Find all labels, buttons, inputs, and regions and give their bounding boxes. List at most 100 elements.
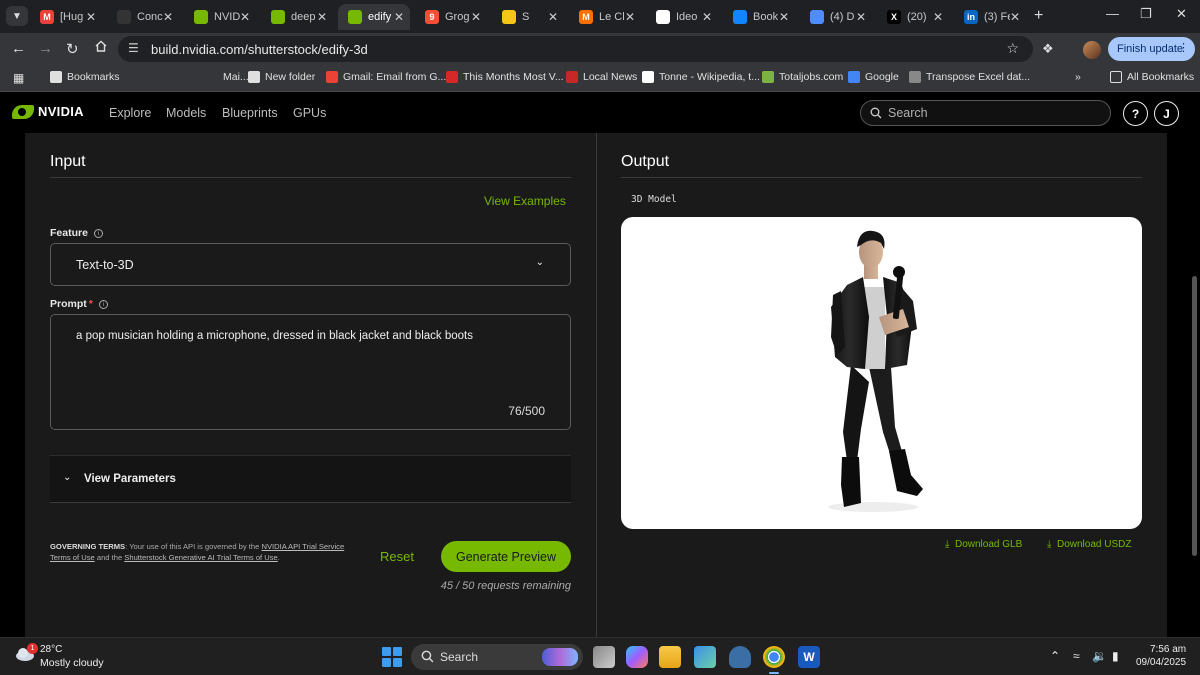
bookmark-item[interactable]: Tonne - Wikipedia, t...: [642, 71, 760, 83]
bookmark-item[interactable]: Google: [848, 71, 899, 83]
shutterstock-terms-link[interactable]: Shutterstock Generative AI Trial Terms o…: [124, 553, 277, 562]
clock-time[interactable]: 7:56 am: [1150, 644, 1186, 655]
browser-tab[interactable]: X (20) ✕: [877, 4, 949, 30]
site-info-icon[interactable]: ☰: [128, 41, 139, 55]
nav-explore[interactable]: Explore: [109, 106, 151, 120]
close-tab-icon[interactable]: ✕: [1010, 10, 1020, 24]
close-tab-icon[interactable]: ✕: [702, 10, 712, 24]
volume-icon[interactable]: 🔉: [1092, 649, 1107, 663]
postgres-icon[interactable]: [729, 646, 751, 668]
download-glb-link[interactable]: ⤓ Download GLB: [945, 539, 1022, 550]
url-text[interactable]: build.nvidia.com/shutterstock/edify-3d: [151, 42, 368, 57]
address-bar[interactable]: ☰ build.nvidia.com/shutterstock/edify-3d…: [118, 36, 1033, 62]
close-window-button[interactable]: ✕: [1176, 6, 1187, 22]
browser-tab[interactable]: deep ✕: [261, 4, 333, 30]
forward-button[interactable]: →: [38, 40, 53, 57]
view-parameters-toggle[interactable]: ⌄ View Parameters: [50, 455, 571, 503]
browser-tab[interactable]: edify ✕: [338, 4, 410, 30]
close-tab-icon[interactable]: ✕: [779, 10, 789, 24]
browser-tab[interactable]: M [Hug ✕: [30, 4, 102, 30]
info-icon[interactable]: i: [93, 228, 103, 238]
close-tab-icon[interactable]: ✕: [240, 10, 250, 24]
file-explorer-icon[interactable]: [659, 646, 681, 668]
nav-gpus[interactable]: GPUs: [293, 106, 326, 120]
copilot-icon[interactable]: [626, 646, 648, 668]
prompt-text[interactable]: a pop musician holding a microphone, dre…: [76, 330, 546, 342]
close-tab-icon[interactable]: ✕: [856, 10, 866, 24]
windows-start-icon[interactable]: [382, 647, 402, 667]
bookmark-item[interactable]: Bookmarks: [50, 71, 120, 83]
feature-select[interactable]: Text-to-3D ⌄: [50, 243, 571, 286]
browser-tab[interactable]: S ✕: [492, 4, 564, 30]
browser-tab[interactable]: Conc ✕: [107, 4, 179, 30]
chevron-up-icon[interactable]: ⌃: [1050, 649, 1060, 663]
user-avatar-button[interactable]: J: [1154, 101, 1179, 126]
bookmark-item[interactable]: Local News: [566, 71, 637, 83]
musician-3d-model[interactable]: [621, 217, 1142, 529]
bookmark-item[interactable]: Totaljobs.com: [762, 71, 843, 83]
chrome-icon[interactable]: [763, 646, 785, 674]
bookmark-star-icon[interactable]: ☆: [1006, 40, 1019, 57]
close-tab-icon[interactable]: ✕: [394, 10, 404, 24]
close-tab-icon[interactable]: ✕: [471, 10, 481, 24]
word-icon[interactable]: W: [798, 646, 820, 668]
browser-tab[interactable]: Ideo ✕: [646, 4, 718, 30]
nvidia-logo[interactable]: NVIDIA: [12, 104, 84, 119]
browser-tab[interactable]: in (3) Fe✕: [954, 4, 1026, 30]
new-tab-button[interactable]: +: [1034, 7, 1043, 25]
close-tab-icon[interactable]: ✕: [548, 10, 558, 24]
close-tab-icon[interactable]: ✕: [86, 10, 96, 24]
tab-title: Book: [753, 11, 779, 23]
close-tab-icon[interactable]: ✕: [163, 10, 173, 24]
close-tab-icon[interactable]: ✕: [625, 10, 635, 24]
reload-button[interactable]: ↻: [66, 40, 79, 58]
microsoft-store-icon[interactable]: [694, 646, 716, 668]
weather-description[interactable]: Mostly cloudy: [40, 657, 104, 669]
weather-temperature[interactable]: 28°C: [40, 644, 62, 655]
browser-tab[interactable]: (4) D ✕: [800, 4, 872, 30]
browser-tab[interactable]: 9 Grog ✕: [415, 4, 487, 30]
bookmark-item[interactable]: This Months Most V...: [446, 71, 564, 83]
tab-search-button[interactable]: ▼: [6, 6, 28, 26]
bookmark-item[interactable]: Gmail: Email from G...: [326, 71, 446, 83]
taskbar-search[interactable]: Search: [411, 644, 583, 670]
minimize-button[interactable]: —: [1106, 6, 1119, 21]
view-examples-link[interactable]: View Examples: [484, 194, 566, 208]
nav-blueprints[interactable]: Blueprints: [222, 106, 278, 120]
info-icon[interactable]: i: [98, 299, 108, 309]
bookmark-item[interactable]: Transpose Excel dat...: [909, 71, 1030, 83]
folder-icon: [248, 71, 260, 83]
bookmark-label: Gmail: Email from G...: [343, 71, 447, 83]
finish-update-button[interactable]: Finish update ⋮: [1108, 37, 1195, 61]
more-bookmarks-button[interactable]: »: [1075, 71, 1081, 83]
close-tab-icon[interactable]: ✕: [317, 10, 327, 24]
logo-wordmark: NVIDIA: [38, 104, 84, 119]
prompt-textarea[interactable]: a pop musician holding a microphone, dre…: [50, 314, 571, 430]
profile-avatar[interactable]: [1083, 41, 1101, 59]
extensions-icon[interactable]: ❖: [1042, 41, 1054, 57]
page-scrollbar[interactable]: [1192, 276, 1197, 556]
close-tab-icon[interactable]: ✕: [933, 10, 943, 24]
all-bookmarks-button[interactable]: All Bookmarks: [1110, 71, 1194, 83]
restore-button[interactable]: ❐: [1140, 6, 1152, 22]
back-button[interactable]: ←: [11, 40, 26, 57]
help-button[interactable]: ?: [1123, 101, 1148, 126]
browser-tab[interactable]: M Le Cl ✕: [569, 4, 641, 30]
bookmark-label: Tonne - Wikipedia, t...: [659, 71, 760, 83]
download-usdz-link[interactable]: ⤓ Download USDZ: [1047, 539, 1131, 550]
battery-icon[interactable]: ▮: [1112, 649, 1119, 663]
task-view-icon[interactable]: [593, 646, 615, 668]
clock-date[interactable]: 09/04/2025: [1136, 657, 1186, 668]
reset-button[interactable]: Reset: [380, 549, 414, 564]
bookmark-item[interactable]: Mai...: [206, 71, 249, 83]
browser-tab[interactable]: Book ✕: [723, 4, 795, 30]
site-search-input[interactable]: [886, 104, 1096, 122]
home-button[interactable]: [94, 39, 108, 57]
apps-button[interactable]: ▦: [13, 71, 24, 85]
wifi-icon[interactable]: ≈: [1073, 649, 1080, 663]
browser-tab[interactable]: NVID ✕: [184, 4, 256, 30]
bookmark-item[interactable]: New folder: [248, 71, 315, 83]
generate-preview-button[interactable]: Generate Preview: [441, 541, 571, 572]
nav-models[interactable]: Models: [166, 106, 206, 120]
3d-model-viewer[interactable]: [621, 217, 1142, 529]
